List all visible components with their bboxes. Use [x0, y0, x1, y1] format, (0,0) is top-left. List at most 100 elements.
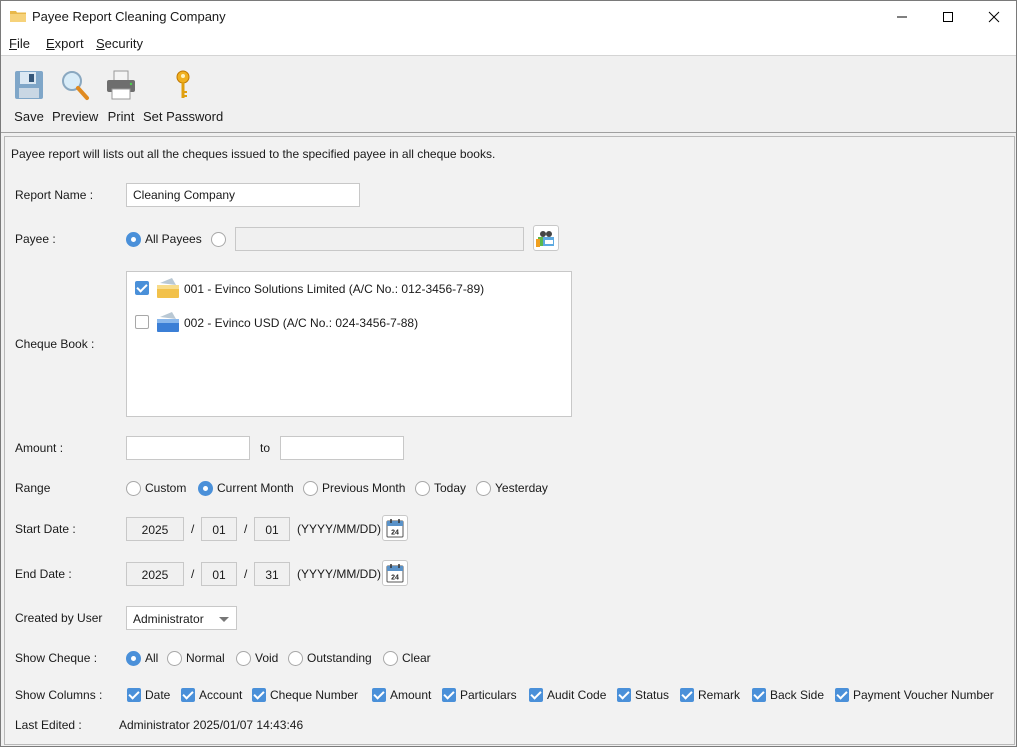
show-cheque-clear-radio[interactable] — [383, 651, 398, 666]
menu-export[interactable]: Export — [46, 36, 84, 51]
report-name-input[interactable] — [126, 183, 360, 207]
column-account-label: Account — [199, 688, 243, 702]
minimize-button[interactable] — [879, 1, 925, 32]
created-by-select[interactable]: Administrator — [126, 606, 237, 630]
end-date-format: (YYYY/MM/DD) — [297, 567, 381, 581]
column-cheque-number-checkbox[interactable] — [252, 688, 266, 702]
column-back-side-checkbox[interactable] — [752, 688, 766, 702]
show-cheque-all-radio[interactable] — [126, 651, 141, 666]
print-label: Print — [107, 109, 135, 124]
report-name-label: Report Name : — [15, 188, 94, 202]
payee-input[interactable] — [235, 227, 524, 251]
column-date-checkbox[interactable] — [127, 688, 141, 702]
created-by-value: Administrator — [133, 612, 204, 626]
show-cheque-all-label: All — [145, 651, 159, 665]
end-year-field[interactable]: 2025 — [126, 562, 184, 586]
chequebook-blue-icon — [157, 312, 179, 332]
range-current-month-label: Current Month — [217, 481, 294, 495]
close-button[interactable] — [971, 1, 1017, 32]
end-day-field[interactable]: 31 — [254, 562, 290, 586]
column-payment-voucher-checkbox[interactable] — [835, 688, 849, 702]
column-back-side-label: Back Side — [770, 688, 825, 702]
column-account-checkbox[interactable] — [181, 688, 195, 702]
set-password-button[interactable]: Set Password — [143, 65, 223, 125]
menu-file[interactable]: File — [9, 36, 30, 51]
show-cheque-void-radio[interactable] — [236, 651, 251, 666]
start-date-format: (YYYY/MM/DD) — [297, 522, 381, 536]
column-amount-checkbox[interactable] — [372, 688, 386, 702]
column-amount-label: Amount — [390, 688, 432, 702]
last-edited-label: Last Edited : — [15, 718, 82, 732]
menu-export-label: xport — [54, 36, 84, 51]
amount-to-input[interactable] — [280, 436, 404, 460]
cheque-book-text: 001 - Evinco Solutions Limited (A/C No.:… — [184, 282, 485, 296]
column-payment-voucher-label: Payment Voucher Number — [853, 688, 994, 702]
all-payees-label: All Payees — [145, 232, 202, 246]
close-icon — [988, 11, 1000, 22]
key-icon — [176, 70, 190, 98]
specific-payee-radio[interactable] — [211, 232, 226, 247]
range-custom-radio[interactable] — [126, 481, 141, 496]
menu-bar: File Export Security — [1, 32, 1016, 56]
folder-icon — [10, 11, 26, 22]
calendar-icon: 24 — [386, 564, 404, 583]
start-month-field[interactable]: 01 — [201, 517, 237, 541]
date-separator: / — [244, 567, 248, 581]
date-separator: / — [191, 522, 195, 536]
window-title: Payee Report Cleaning Company — [32, 9, 226, 24]
cheque-book-list[interactable]: 001 - Evinco Solutions Limited (A/C No.:… — [126, 271, 572, 417]
title-bar: Payee Report Cleaning Company — [1, 1, 1016, 32]
range-yesterday-radio[interactable] — [476, 481, 491, 496]
menu-security[interactable]: Security — [96, 36, 143, 51]
toolbar: Save Preview Print Set Password — [1, 57, 1016, 133]
end-month-field[interactable]: 01 — [201, 562, 237, 586]
preview-label: Preview — [52, 109, 99, 124]
minimize-icon — [897, 16, 907, 17]
report-settings-panel: Payee report will lists out all the cheq… — [4, 136, 1015, 745]
column-cheque-number-label: Cheque Number — [270, 688, 359, 702]
range-current-month-radio[interactable] — [198, 481, 213, 496]
end-date-calendar-button[interactable]: 24 — [382, 560, 408, 586]
column-particulars-label: Particulars — [460, 688, 517, 702]
preview-button[interactable]: Preview — [52, 65, 98, 125]
calendar-day-text: 24 — [391, 575, 399, 582]
menu-security-accel: S — [96, 36, 105, 51]
start-year-field[interactable]: 2025 — [126, 517, 184, 541]
chevron-down-icon — [219, 617, 229, 622]
printer-icon — [107, 70, 135, 100]
column-status-checkbox[interactable] — [617, 688, 631, 702]
show-columns-label: Show Columns : — [15, 688, 103, 702]
cheque-book-checkbox[interactable] — [135, 315, 149, 329]
show-cheque-normal-label: Normal — [186, 651, 225, 665]
amount-from-input[interactable] — [126, 436, 250, 460]
range-today-radio[interactable] — [415, 481, 430, 496]
end-date-label: End Date : — [15, 567, 72, 581]
payee-picker-button[interactable] — [533, 225, 559, 251]
maximize-button[interactable] — [925, 1, 971, 32]
amount-to-label: to — [260, 441, 271, 455]
range-today-label: Today — [434, 481, 467, 495]
show-cheque-normal-radio[interactable] — [167, 651, 182, 666]
print-button[interactable]: Print — [104, 65, 138, 125]
column-remark-label: Remark — [698, 688, 741, 702]
range-previous-month-radio[interactable] — [303, 481, 318, 496]
column-status-label: Status — [635, 688, 670, 702]
start-day-field[interactable]: 01 — [254, 517, 290, 541]
start-date-label: Start Date : — [15, 522, 76, 536]
calendar-day-text: 24 — [391, 530, 399, 537]
cheque-book-checkbox[interactable] — [135, 281, 149, 295]
column-particulars-checkbox[interactable] — [442, 688, 456, 702]
floppy-disk-icon — [15, 71, 43, 99]
people-card-icon — [536, 231, 554, 247]
column-remark-checkbox[interactable] — [680, 688, 694, 702]
start-date-calendar-button[interactable]: 24 — [382, 515, 408, 541]
show-cheque-outstanding-radio[interactable] — [288, 651, 303, 666]
cheque-book-label: Cheque Book : — [15, 337, 95, 351]
maximize-icon — [943, 11, 953, 22]
all-payees-radio[interactable] — [126, 232, 141, 247]
save-button[interactable]: Save — [11, 65, 47, 125]
date-separator: / — [244, 522, 248, 536]
app-window: Payee Report Cleaning Company File Expor… — [0, 0, 1017, 747]
column-audit-code-checkbox[interactable] — [529, 688, 543, 702]
menu-file-label: ile — [16, 36, 30, 51]
